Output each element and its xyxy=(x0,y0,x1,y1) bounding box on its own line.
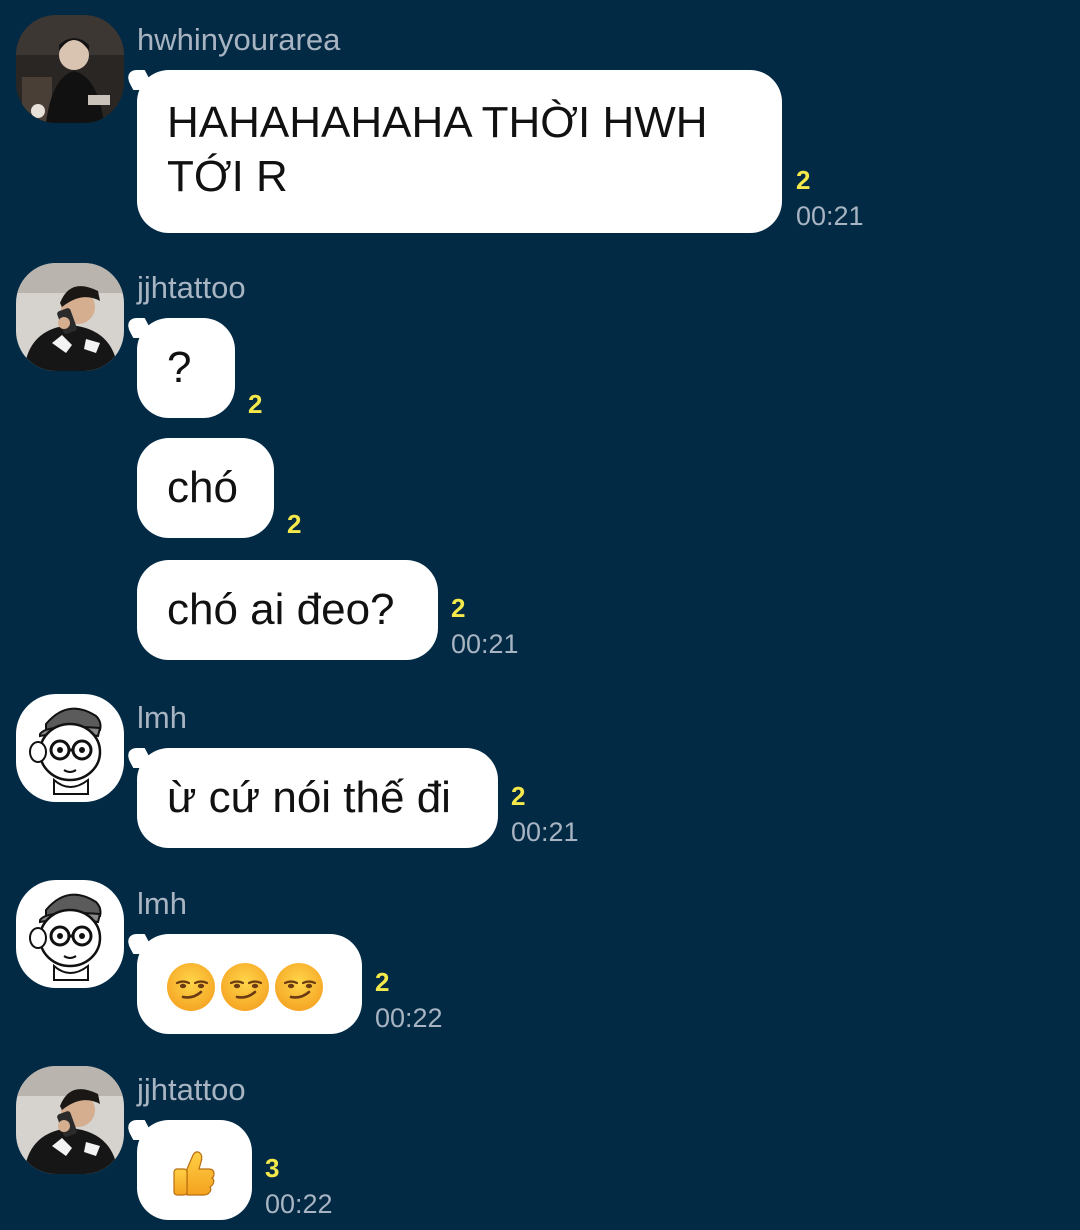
message-meta: 2 xyxy=(287,509,301,539)
message-bubble[interactable]: ừ cứ nói thế đi xyxy=(137,748,498,848)
message-text: chó xyxy=(167,463,238,512)
sender-name: jjhtattoo xyxy=(137,270,246,305)
message-time: 00:22 xyxy=(265,1189,333,1219)
sender-name: hwhinyourarea xyxy=(137,22,341,57)
sender-name: jjhtattoo xyxy=(137,1072,246,1107)
smirking-face-emoji-icon xyxy=(165,961,217,1013)
message-meta: 2 00:22 xyxy=(375,967,443,1035)
thumbs-up-emoji-icon xyxy=(167,1147,219,1199)
message-meta: 2 00:21 xyxy=(511,781,579,849)
unread-count: 3 xyxy=(265,1153,280,1183)
avatar-cartoon-glasses-icon xyxy=(16,694,124,802)
smirking-face-emoji-icon xyxy=(273,961,325,1013)
unread-count: 2 xyxy=(248,389,263,419)
unread-count: 2 xyxy=(287,509,302,539)
unread-count: 2 xyxy=(511,781,526,811)
message-meta: 3 00:22 xyxy=(265,1153,333,1221)
message-bubble[interactable]: HAHAHAHAHA THỜI HWH TỚI R xyxy=(137,70,782,233)
avatar-photo-phone-icon xyxy=(16,1066,124,1174)
unread-count: 2 xyxy=(796,165,811,195)
message-text: HAHAHAHAHA THỜI HWH TỚI R xyxy=(167,98,708,201)
message-bubble[interactable] xyxy=(137,1120,252,1220)
avatar[interactable] xyxy=(16,263,124,371)
message-meta: 2 xyxy=(248,389,262,419)
message-bubble[interactable]: ? xyxy=(137,318,235,418)
message-time: 00:22 xyxy=(375,1003,443,1033)
smirking-face-emoji-icon xyxy=(219,961,271,1013)
avatar[interactable] xyxy=(16,694,124,802)
message-meta: 2 00:21 xyxy=(451,593,519,661)
avatar[interactable] xyxy=(16,1066,124,1174)
message-time: 00:21 xyxy=(796,201,864,231)
message-bubble[interactable]: chó ai đeo? xyxy=(137,560,438,660)
message-text: chó ai đeo? xyxy=(167,585,395,634)
unread-count: 2 xyxy=(375,967,390,997)
message-bubble[interactable] xyxy=(137,934,362,1034)
sender-name: lmh xyxy=(137,886,187,921)
message-meta: 2 00:21 xyxy=(796,165,864,233)
message-text: ? xyxy=(167,343,192,392)
message-time: 00:21 xyxy=(511,817,579,847)
avatar[interactable] xyxy=(16,880,124,988)
message-bubble[interactable]: chó xyxy=(137,438,274,538)
avatar-photo-phone-icon xyxy=(16,263,124,371)
avatar-photo-dark-icon xyxy=(16,15,124,123)
avatar[interactable] xyxy=(16,15,124,123)
chat-message-list[interactable]: hwhinyourarea HAHAHAHAHA THỜI HWH TỚI R … xyxy=(0,0,1080,1230)
sender-name: lmh xyxy=(137,700,187,735)
message-time: 00:21 xyxy=(451,629,519,659)
unread-count: 2 xyxy=(451,593,466,623)
message-text: ừ cứ nói thế đi xyxy=(167,773,451,822)
avatar-cartoon-glasses-icon xyxy=(16,880,124,988)
